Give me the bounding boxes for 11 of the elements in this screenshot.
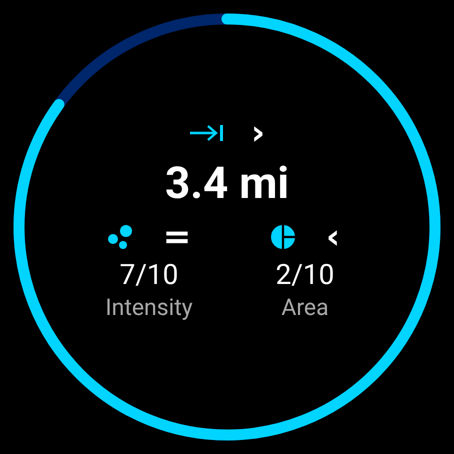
trend-indicator: = bbox=[162, 223, 192, 251]
arrow-to-bar-icon bbox=[188, 123, 225, 143]
stat-value: 7/10 bbox=[120, 259, 178, 291]
distance-value: 3.4 mi bbox=[165, 157, 289, 209]
stat-value: 2/10 bbox=[276, 259, 334, 291]
pie-icon bbox=[270, 224, 296, 250]
stat-label: Area bbox=[281, 293, 329, 323]
stat-label: Intensity bbox=[105, 293, 193, 323]
trend-indicator: › bbox=[250, 119, 265, 147]
bubbles-icon bbox=[106, 224, 133, 250]
trend-indicator: ‹ bbox=[326, 223, 340, 251]
